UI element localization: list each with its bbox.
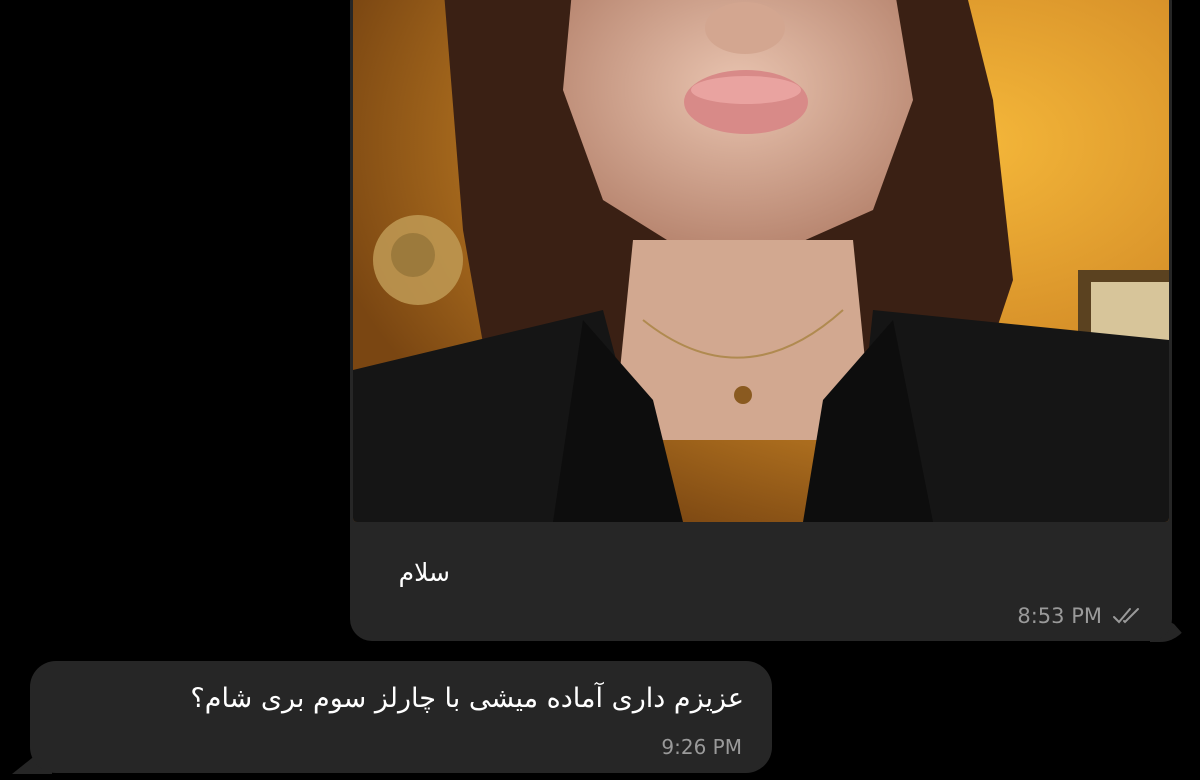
message-photo[interactable] (353, 0, 1169, 522)
message-time: 8:53 PM (1017, 604, 1102, 628)
message-text: عزیزم داری آماده میشی با چارلز سوم بری ش… (190, 683, 744, 714)
double-check-icon (1113, 608, 1139, 624)
message-caption: سلام (398, 558, 450, 587)
chat-thread: سلام 8:53 PM عزیزم داری آماده میشی با چا… (0, 0, 1200, 780)
message-time: 9:26 PM (661, 735, 742, 759)
outgoing-message-meta: 8:53 PM (1017, 604, 1144, 628)
selfie-photo-illustration (353, 0, 1169, 522)
outgoing-message-bubble[interactable]: سلام 8:53 PM (350, 0, 1172, 641)
incoming-message-bubble[interactable]: عزیزم داری آماده میشی با چارلز سوم بری ش… (30, 661, 772, 773)
